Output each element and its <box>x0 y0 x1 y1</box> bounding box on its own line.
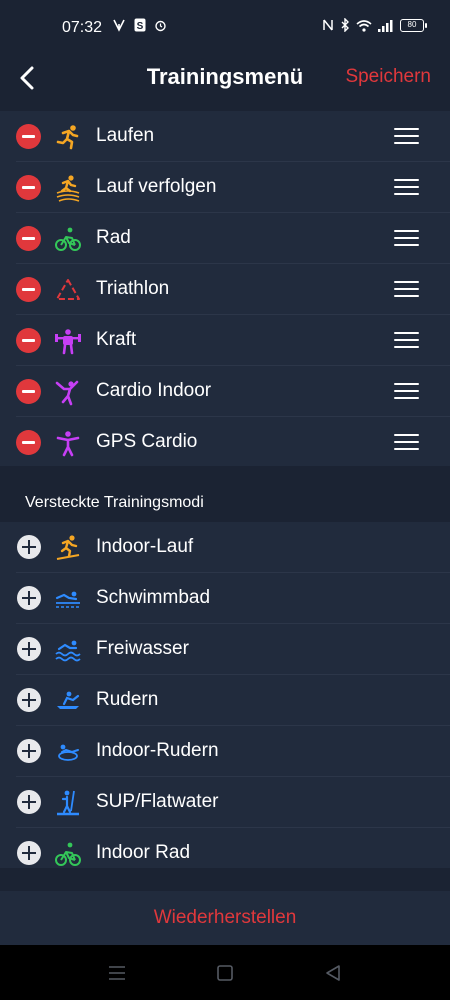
add-button[interactable] <box>17 688 41 712</box>
workout-row-gps-cardio[interactable]: GPS Cardio <box>0 417 450 468</box>
running-icon <box>56 125 79 150</box>
workout-label: Rad <box>96 227 131 248</box>
add-button[interactable] <box>17 637 41 661</box>
workout-label: Indoor-Lauf <box>96 536 194 557</box>
battery-icon: 80 <box>400 18 427 32</box>
indoor-cycling-icon <box>55 842 81 866</box>
remove-button[interactable] <box>16 175 41 200</box>
status-bar: 07:32 S 80 <box>0 0 450 56</box>
drag-handle-icon[interactable] <box>394 281 419 298</box>
back-triangle-icon[interactable] <box>323 964 343 982</box>
pool-swim-icon <box>55 591 80 608</box>
notification-icons: S <box>112 18 167 32</box>
save-button[interactable]: Speichern <box>345 66 431 88</box>
active-workouts-list: Laufen Lauf verfolgen Rad Triathlon Kraf… <box>0 111 450 466</box>
remove-button[interactable] <box>16 328 41 353</box>
bluetooth-icon <box>341 18 349 32</box>
hidden-row-sup-flatwater[interactable]: SUP/Flatwater <box>0 777 450 828</box>
rowing-icon <box>57 691 80 709</box>
drag-handle-icon[interactable] <box>394 230 419 247</box>
add-button[interactable] <box>17 739 41 763</box>
workout-label: GPS Cardio <box>96 431 198 452</box>
system-icons: 80 <box>322 18 427 32</box>
workout-label: Kraft <box>96 329 137 350</box>
workout-row-kraft[interactable]: Kraft <box>0 315 450 366</box>
add-button[interactable] <box>17 790 41 814</box>
drag-handle-icon[interactable] <box>394 383 419 400</box>
hidden-row-freiwasser[interactable]: Freiwasser <box>0 624 450 675</box>
restore-button[interactable]: Wiederherstellen <box>0 907 450 929</box>
workout-label: Cardio Indoor <box>96 380 212 401</box>
drag-handle-icon[interactable] <box>394 128 419 145</box>
workout-row-rad[interactable]: Rad <box>0 213 450 264</box>
workout-label: Laufen <box>96 125 155 146</box>
cycling-icon <box>55 227 81 251</box>
wifi-icon <box>356 19 372 32</box>
workout-label: Triathlon <box>96 278 170 299</box>
drag-handle-icon[interactable] <box>394 179 419 196</box>
hidden-row-indoor-rad[interactable]: Indoor Rad <box>0 828 450 868</box>
remove-button[interactable] <box>16 277 41 302</box>
add-button[interactable] <box>17 841 41 865</box>
workout-row-laufen[interactable]: Laufen <box>0 111 450 162</box>
status-time: 07:32 <box>62 19 103 36</box>
add-button[interactable] <box>17 586 41 610</box>
workout-label: Indoor Rad <box>96 842 191 863</box>
hidden-row-indoor-lauf[interactable]: Indoor-Lauf <box>0 522 450 573</box>
open-water-icon <box>55 640 81 662</box>
workout-row-lauf-verfolgen[interactable]: Lauf verfolgen <box>0 162 450 213</box>
hidden-row-rudern[interactable]: Rudern <box>0 675 450 726</box>
workout-label: Schwimmbad <box>96 587 211 608</box>
hidden-row-indoor-rudern[interactable]: Indoor-Rudern <box>0 726 450 777</box>
drag-handle-icon[interactable] <box>394 434 419 451</box>
hidden-workouts-list: Indoor-Lauf Schwimmbad Freiwasser Rudern… <box>0 522 450 868</box>
workout-label: Rudern <box>96 689 159 710</box>
menu-icon[interactable] <box>107 964 127 982</box>
reset-bar: Wiederherstellen <box>0 891 450 945</box>
workout-label: Lauf verfolgen <box>96 176 217 197</box>
workout-row-cardio-indoor[interactable]: Cardio Indoor <box>0 366 450 417</box>
workout-label: Indoor-Rudern <box>96 740 219 761</box>
strength-icon <box>55 329 81 355</box>
hidden-section-title: Versteckte Trainingsmodi <box>25 494 204 511</box>
workout-label: Freiwasser <box>96 638 189 659</box>
sup-icon <box>57 790 79 816</box>
nfc-icon <box>323 19 333 31</box>
remove-button[interactable] <box>16 430 41 455</box>
triathlon-icon <box>56 279 80 300</box>
workout-row-triathlon[interactable]: Triathlon <box>0 264 450 315</box>
header: Trainingsmenü Speichern <box>0 56 450 110</box>
indoor-run-icon <box>56 535 80 560</box>
remove-button[interactable] <box>16 124 41 149</box>
alarm-icon <box>155 20 166 31</box>
svg-text:S: S <box>137 21 144 32</box>
home-icon[interactable] <box>215 964 235 982</box>
drag-handle-icon[interactable] <box>394 332 419 349</box>
remove-button[interactable] <box>16 379 41 404</box>
workout-label: SUP/Flatwater <box>96 791 219 812</box>
indoor-rowing-icon <box>58 744 79 761</box>
gps-cardio-icon <box>56 431 80 457</box>
signal-icon <box>378 19 393 32</box>
track-run-icon <box>56 175 80 202</box>
add-button[interactable] <box>17 535 41 559</box>
hidden-row-schwimmbad[interactable]: Schwimmbad <box>0 573 450 624</box>
cardio-indoor-icon <box>55 380 79 406</box>
app-notification-icon <box>113 19 125 32</box>
s-app-icon: S <box>134 18 146 32</box>
system-nav-bar <box>0 945 450 1000</box>
remove-button[interactable] <box>16 226 41 251</box>
